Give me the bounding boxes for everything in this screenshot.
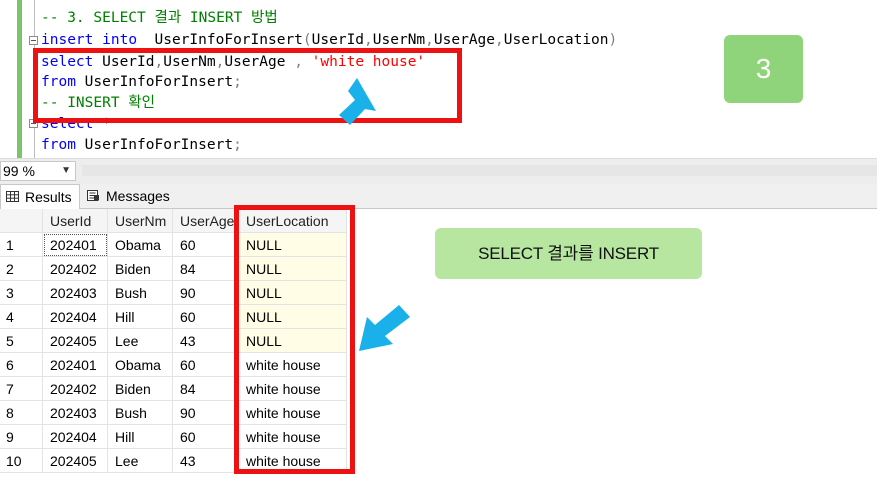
editor-status-bar: 99 % ▼ [0,158,877,184]
zoom-value: 99 % [3,163,35,179]
tab-results-label: Results [25,189,72,205]
column-highlight-box [234,205,355,474]
column-header-userage[interactable]: UserAge [173,209,239,233]
grid-cell-userage[interactable]: 90 [173,281,239,305]
grid-cell-userage[interactable]: 60 [173,233,239,257]
grid-cell-userage[interactable]: 60 [173,353,239,377]
code-token: UserInfoForInsert [137,32,303,48]
grid-cell-usernm[interactable]: Hill [108,425,173,449]
chevron-down-icon: ▼ [61,165,71,176]
grid-cell-usernm[interactable]: Biden [108,377,173,401]
code-token: ; [233,137,242,153]
messages-icon [87,190,99,201]
code-token: UserInfoForInsert [75,137,234,153]
code-token: UserAge [433,32,496,48]
annotation-label: SELECT 결과를 INSERT [435,228,702,279]
code-line[interactable]: insert into UserInfoForInsert(UserId,Use… [41,30,617,50]
code-token: from [41,137,76,153]
grid-cell-usernm[interactable]: Bush [108,401,173,425]
grid-corner[interactable] [0,209,43,233]
grid-cell-userage[interactable]: 60 [173,305,239,329]
result-tabs: Results Messages [0,184,877,209]
grid-cell-usernm[interactable]: Lee [108,329,173,353]
tab-results[interactable]: Results [0,184,80,209]
zoom-dropdown[interactable]: 99 % ▼ [0,161,76,181]
grid-cell-userid[interactable]: 202405 [43,449,108,473]
grid-cell-userid[interactable]: 202403 [43,281,108,305]
grid-cell-userage[interactable]: 60 [173,425,239,449]
grid-cell-usernm[interactable]: Biden [108,257,173,281]
grid-cell-userid[interactable]: 202402 [43,257,108,281]
grid-icon [6,191,19,202]
column-header-userid[interactable]: UserId [43,209,108,233]
grid-cell-userid[interactable]: 202404 [43,425,108,449]
grid-cell-userage[interactable]: 90 [173,401,239,425]
code-token: UserId [311,32,365,48]
row-number[interactable]: 8 [0,401,43,425]
arrow-up-icon [339,78,376,125]
code-token: UserLocation [503,32,609,48]
code-token: , [495,32,504,48]
grid-cell-usernm[interactable]: Obama [108,353,173,377]
row-number[interactable]: 5 [0,329,43,353]
grid-cell-userage[interactable]: 43 [173,449,239,473]
row-number[interactable]: 9 [0,425,43,449]
row-number[interactable]: 4 [0,305,43,329]
code-token: , [364,32,373,48]
grid-cell-userid[interactable]: 202402 [43,377,108,401]
grid-cell-userid[interactable]: 202405 [43,329,108,353]
grid-cell-usernm[interactable]: Obama [108,233,173,257]
step-badge: 3 [724,35,803,103]
code-token: UserNm [372,32,426,48]
row-number[interactable]: 1 [0,233,43,257]
row-number[interactable]: 10 [0,449,43,473]
grid-cell-userage[interactable]: 84 [173,377,239,401]
code-token: ( [302,32,312,48]
change-tracking-bar [17,0,22,158]
tab-messages-label: Messages [106,188,170,204]
grid-cell-userid[interactable]: 202404 [43,305,108,329]
grid-cell-userid[interactable]: 202403 [43,401,108,425]
horizontal-scrollbar[interactable] [82,165,877,176]
code-line[interactable]: from UserInfoForInsert; [41,135,242,155]
grid-cell-userid[interactable]: 202401 [43,353,108,377]
code-token: ) [608,32,618,48]
row-number[interactable]: 6 [0,353,43,377]
collapse-toggle-insert[interactable] [29,36,38,45]
query-highlight-box [33,48,462,123]
tab-messages[interactable]: Messages [82,184,206,208]
grid-cell-usernm[interactable]: Hill [108,305,173,329]
row-number[interactable]: 7 [0,377,43,401]
grid-cell-userage[interactable]: 43 [173,329,239,353]
grid-cell-userage[interactable]: 84 [173,257,239,281]
code-token: insert [41,32,94,48]
code-token: , [425,32,434,48]
row-number[interactable]: 3 [0,281,43,305]
code-line[interactable]: -- 3. SELECT 결과 INSERT 방법 [41,8,278,28]
grid-cell-usernm[interactable]: Bush [108,281,173,305]
code-token: -- 3. SELECT 결과 INSERT 방법 [41,10,278,26]
grid-cell-usernm[interactable]: Lee [108,449,173,473]
code-token: into [102,32,138,48]
row-number[interactable]: 2 [0,257,43,281]
arrow-down-left-icon [359,305,410,351]
grid-cell-userid[interactable]: 202401 [43,233,108,257]
column-header-usernm[interactable]: UserNm [108,209,173,233]
